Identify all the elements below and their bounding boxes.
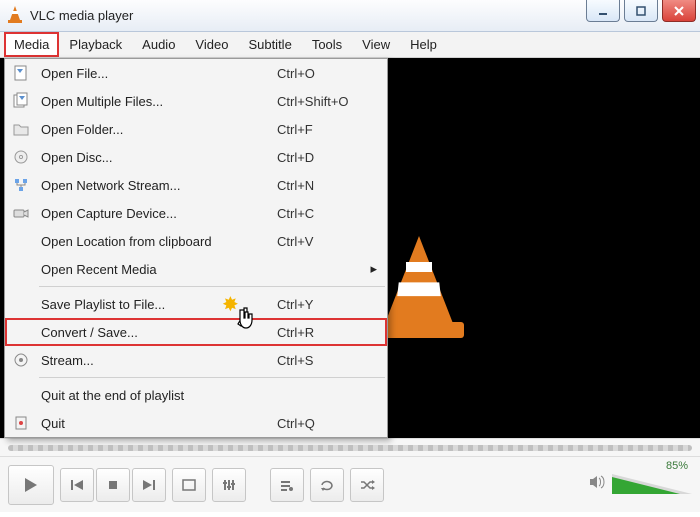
- menu-item-shortcut: Ctrl+Q: [277, 416, 387, 431]
- vlc-cone-icon: [8, 6, 24, 26]
- stream-icon: [5, 352, 37, 368]
- fullscreen-button[interactable]: [172, 468, 206, 502]
- playback-controls: 85%: [0, 456, 700, 512]
- menu-audio[interactable]: Audio: [132, 32, 185, 57]
- menu-open-folder[interactable]: Open Folder... Ctrl+F: [5, 115, 387, 143]
- menu-open-capture[interactable]: Open Capture Device... Ctrl+C: [5, 199, 387, 227]
- menu-item-shortcut: Ctrl+Y: [277, 297, 387, 312]
- speaker-icon[interactable]: [588, 473, 606, 496]
- menu-item-shortcut: Ctrl+F: [277, 122, 387, 137]
- menu-item-label: Open Capture Device...: [37, 206, 277, 221]
- files-icon: [5, 93, 37, 109]
- menu-item-label: Stream...: [37, 353, 277, 368]
- menu-media[interactable]: Media: [4, 32, 59, 57]
- stop-button[interactable]: [96, 468, 130, 502]
- menu-tools[interactable]: Tools: [302, 32, 352, 57]
- menu-item-label: Quit at the end of playlist: [37, 388, 277, 403]
- menu-item-label: Open Disc...: [37, 150, 277, 165]
- menu-bar: Media Playback Audio Video Subtitle Tool…: [0, 32, 700, 58]
- folder-icon: [5, 121, 37, 137]
- menu-item-shortcut: Ctrl+V: [277, 234, 387, 249]
- menu-item-label: Open Location from clipboard: [37, 234, 277, 249]
- menu-convert-save[interactable]: Convert / Save... Ctrl+R: [5, 318, 387, 346]
- menu-view[interactable]: View: [352, 32, 400, 57]
- quit-icon: [5, 415, 37, 431]
- loop-button[interactable]: [310, 468, 344, 502]
- menu-item-label: Open Folder...: [37, 122, 277, 137]
- menu-help[interactable]: Help: [400, 32, 447, 57]
- menu-item-label: Open File...: [37, 66, 277, 81]
- submenu-arrow-icon: ▸: [370, 261, 377, 277]
- shuffle-button[interactable]: [350, 468, 384, 502]
- menu-item-label: Open Network Stream...: [37, 178, 277, 193]
- menu-playback[interactable]: Playback: [59, 32, 132, 57]
- seek-bar[interactable]: [0, 438, 700, 456]
- playlist-button[interactable]: [270, 468, 304, 502]
- menu-separator: [39, 286, 385, 287]
- menu-item-shortcut: Ctrl+C: [277, 206, 387, 221]
- menu-item-label: Save Playlist to File...: [37, 297, 277, 312]
- media-dropdown: Open File... Ctrl+O Open Multiple Files.…: [4, 58, 388, 438]
- menu-item-label: Open Multiple Files...: [37, 94, 277, 109]
- network-icon: [5, 177, 37, 193]
- menu-open-network[interactable]: Open Network Stream... Ctrl+N: [5, 171, 387, 199]
- menu-item-label: Convert / Save...: [37, 325, 277, 340]
- play-button[interactable]: [8, 465, 54, 505]
- maximize-button[interactable]: [624, 0, 658, 22]
- seek-track[interactable]: [8, 445, 692, 451]
- menu-save-playlist[interactable]: Save Playlist to File... Ctrl+Y: [5, 290, 387, 318]
- window-title: VLC media player: [30, 8, 133, 23]
- extended-settings-button[interactable]: [212, 468, 246, 502]
- file-icon: [5, 65, 37, 81]
- menu-item-label: Open Recent Media: [37, 262, 277, 277]
- menu-open-clipboard[interactable]: Open Location from clipboard Ctrl+V: [5, 227, 387, 255]
- close-button[interactable]: [662, 0, 696, 22]
- menu-item-shortcut: Ctrl+S: [277, 353, 387, 368]
- menu-item-label: Quit: [37, 416, 277, 431]
- menu-item-shortcut: Ctrl+Shift+O: [277, 94, 387, 109]
- volume-slider[interactable]: 85%: [612, 472, 692, 498]
- menu-open-recent[interactable]: Open Recent Media ▸: [5, 255, 387, 283]
- minimize-button[interactable]: [586, 0, 620, 22]
- menu-video[interactable]: Video: [185, 32, 238, 57]
- menu-item-shortcut: Ctrl+O: [277, 66, 387, 81]
- disc-icon: [5, 149, 37, 165]
- menu-open-disc[interactable]: Open Disc... Ctrl+D: [5, 143, 387, 171]
- capture-icon: [5, 205, 37, 221]
- menu-stream[interactable]: Stream... Ctrl+S: [5, 346, 387, 374]
- menu-quit-end[interactable]: Quit at the end of playlist: [5, 381, 387, 409]
- previous-button[interactable]: [60, 468, 94, 502]
- menu-quit[interactable]: Quit Ctrl+Q: [5, 409, 387, 437]
- menu-subtitle[interactable]: Subtitle: [238, 32, 301, 57]
- menu-open-file[interactable]: Open File... Ctrl+O: [5, 59, 387, 87]
- volume-percent: 85%: [666, 460, 688, 472]
- menu-item-shortcut: Ctrl+D: [277, 150, 387, 165]
- menu-open-multiple[interactable]: Open Multiple Files... Ctrl+Shift+O: [5, 87, 387, 115]
- next-button[interactable]: [132, 468, 166, 502]
- menu-item-shortcut: Ctrl+R: [277, 325, 387, 340]
- menu-item-shortcut: Ctrl+N: [277, 178, 387, 193]
- menu-separator: [39, 377, 385, 378]
- window-titlebar: VLC media player: [0, 0, 700, 32]
